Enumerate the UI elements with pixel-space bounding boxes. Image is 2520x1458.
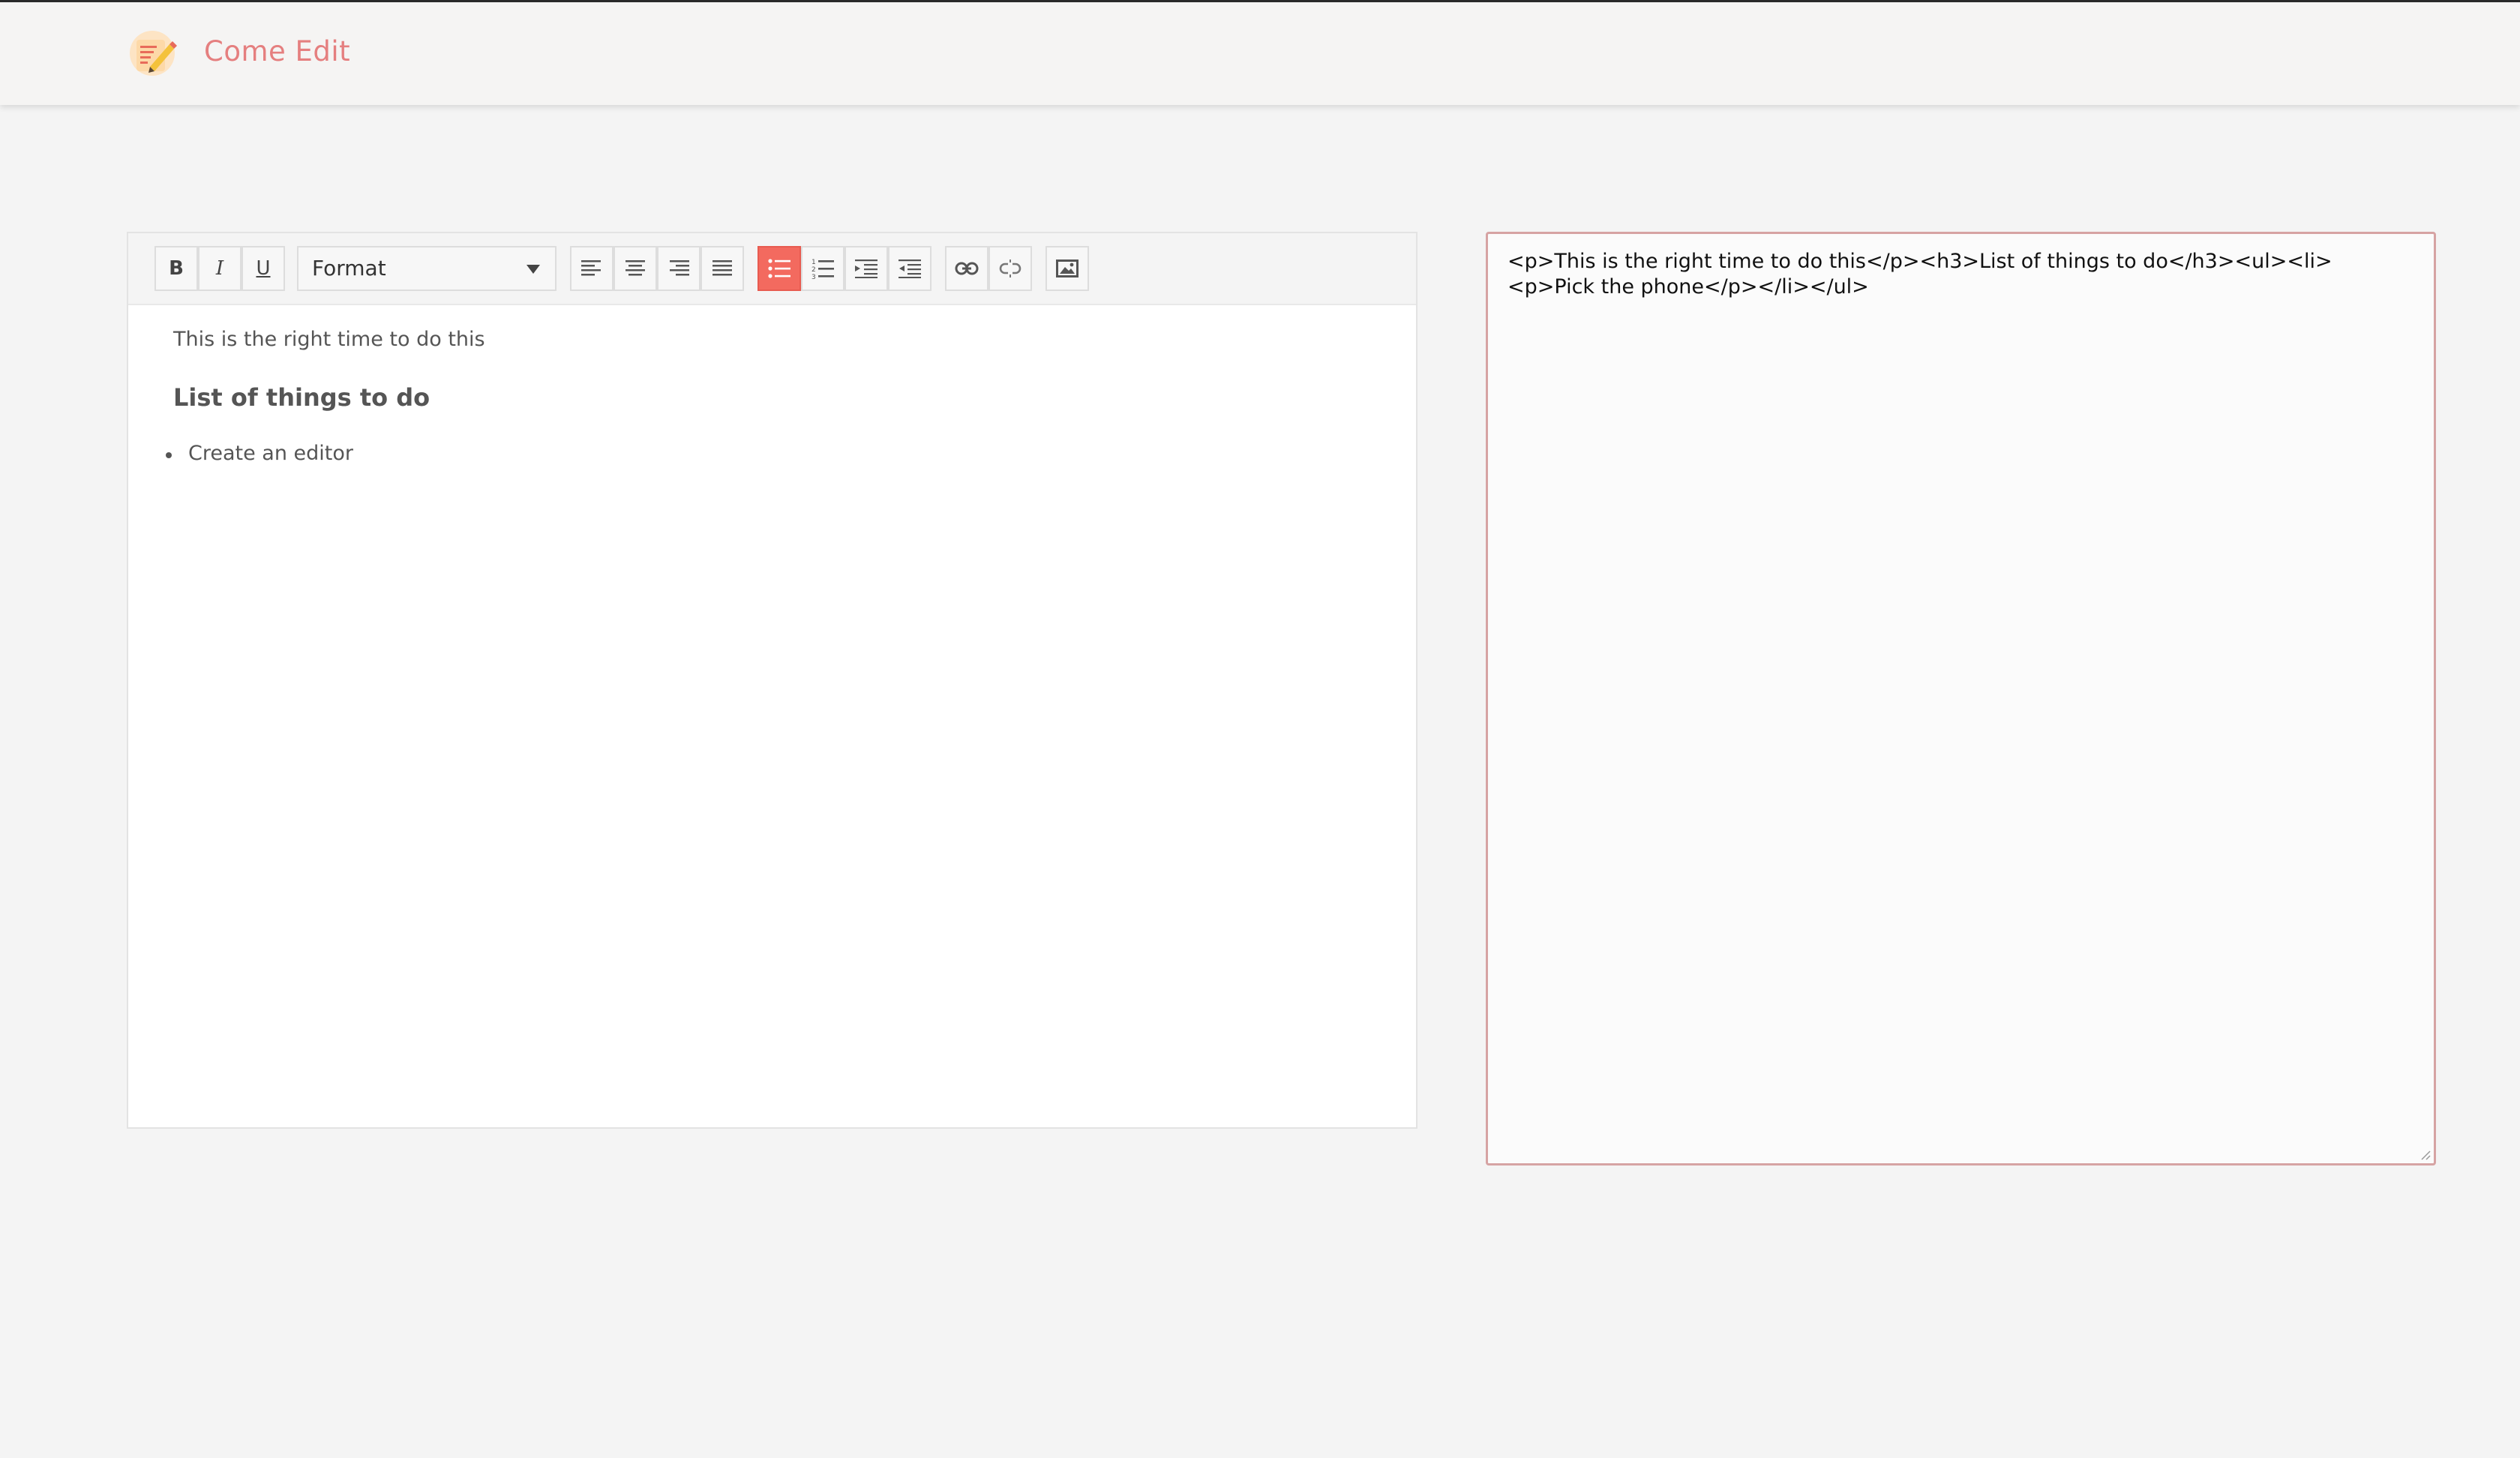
align-right-icon (670, 260, 689, 276)
unlink-icon (999, 260, 1022, 278)
indent-icon (855, 260, 878, 278)
align-left-icon (581, 260, 601, 276)
link-icon (955, 262, 979, 275)
html-output-text: <p>This is the right time to do this</p>… (1508, 250, 2332, 298)
align-justify-icon (712, 260, 732, 276)
rich-text-editor: B I U Format 123 This is the right time … (127, 232, 1418, 1129)
resize-handle-icon[interactable] (2419, 1148, 2431, 1160)
image-icon (1056, 260, 1078, 278)
unlink-button[interactable] (988, 246, 1032, 291)
align-center-button[interactable] (614, 246, 657, 291)
outdent-icon (898, 260, 921, 278)
link-button[interactable] (945, 246, 988, 291)
list-item: Create an editor (188, 442, 353, 465)
notepad-pencil-icon[interactable] (128, 26, 177, 80)
bullet-point (166, 452, 172, 458)
editor-heading: List of things to do (173, 383, 430, 412)
bold-label: B (169, 257, 184, 280)
align-justify-button[interactable] (700, 246, 744, 291)
outdent-button[interactable] (888, 246, 932, 291)
align-center-icon (626, 260, 645, 276)
bold-button[interactable]: B (154, 246, 198, 291)
svg-text:3: 3 (812, 274, 816, 279)
chevron-down-icon (526, 265, 540, 274)
editor-toolbar: B I U Format 123 (128, 233, 1416, 305)
numbered-list-button[interactable]: 123 (801, 246, 844, 291)
svg-text:1: 1 (812, 259, 816, 266)
editor-content[interactable]: This is the right time to do this List o… (128, 305, 1416, 1127)
editor-paragraph: This is the right time to do this (173, 328, 485, 351)
bullet-list-button[interactable] (758, 246, 801, 291)
app-title[interactable]: Come Edit (204, 35, 350, 68)
italic-button[interactable]: I (198, 246, 242, 291)
html-output-textarea[interactable]: <p>This is the right time to do this</p>… (1486, 232, 2436, 1166)
numbered-list-icon: 123 (812, 259, 834, 279)
italic-label: I (215, 257, 224, 280)
align-right-button[interactable] (657, 246, 700, 291)
align-left-button[interactable] (570, 246, 614, 291)
underline-button[interactable]: U (242, 246, 285, 291)
svg-text:2: 2 (812, 266, 816, 274)
indent-button[interactable] (844, 246, 888, 291)
underline-label: U (256, 257, 271, 280)
format-dropdown-label: Format (312, 256, 386, 280)
bullet-list-icon (768, 259, 790, 278)
insert-image-button[interactable] (1046, 246, 1089, 291)
format-dropdown[interactable]: Format (297, 246, 556, 291)
navbar: Come Edit (0, 2, 2520, 105)
